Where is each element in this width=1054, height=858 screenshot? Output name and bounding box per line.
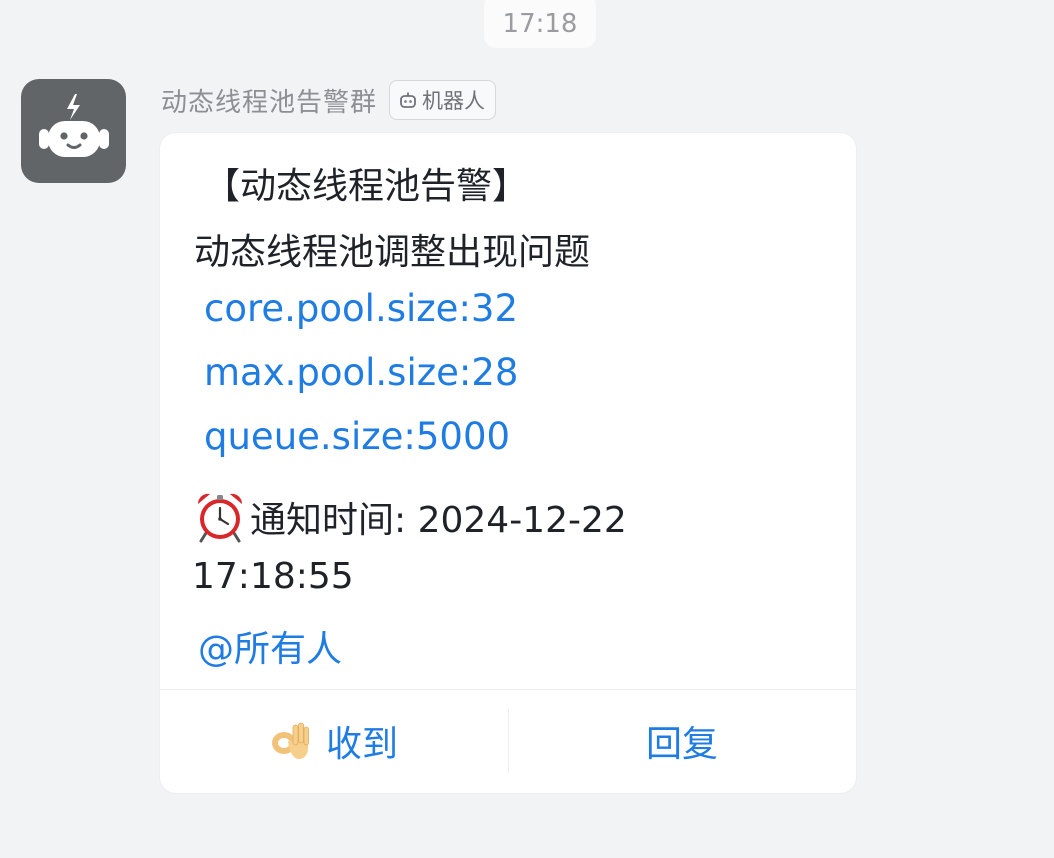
reply-label: 回复 bbox=[645, 724, 718, 765]
ok-hand-icon bbox=[271, 722, 309, 759]
robot-badge-icon bbox=[400, 92, 416, 108]
sender-row: 动态线程池告警群 机器人 bbox=[161, 78, 497, 122]
reply-button[interactable]: 回复 bbox=[508, 709, 856, 773]
timestamp-text: 17:18 bbox=[502, 9, 578, 39]
card-divider bbox=[160, 689, 856, 690]
detail-queue-size[interactable]: queue.size:5000 bbox=[204, 415, 510, 458]
alarm-clock-icon bbox=[197, 493, 243, 543]
alert-subtitle: 动态线程池调整出现问题 bbox=[194, 232, 591, 273]
bot-avatar[interactable] bbox=[21, 79, 126, 183]
message-timestamp: 17:18 bbox=[484, 0, 596, 48]
alert-title: 【动态线程池告警】 bbox=[204, 166, 529, 207]
alert-card: 【动态线程池告警】 动态线程池调整出现问题 core.pool.size:32 … bbox=[160, 133, 856, 793]
received-button[interactable]: 收到 bbox=[160, 709, 508, 773]
notify-time-row: 通知时间: 2024-12-22 bbox=[192, 489, 627, 545]
received-label: 收到 bbox=[325, 724, 398, 765]
robot-icon bbox=[39, 94, 109, 157]
alert-card-body: 【动态线程池告警】 动态线程池调整出现问题 core.pool.size:32 … bbox=[160, 133, 856, 689]
bot-badge-label: 机器人 bbox=[422, 89, 486, 113]
mention-all[interactable]: @所有人 bbox=[198, 620, 342, 672]
sender-name[interactable]: 动态线程池告警群 bbox=[161, 82, 377, 119]
notify-label: 通知时间: 2024-12-22 bbox=[250, 500, 627, 541]
detail-max-pool-size[interactable]: max.pool.size:28 bbox=[204, 351, 518, 394]
detail-core-pool-size[interactable]: core.pool.size:32 bbox=[204, 287, 518, 330]
notify-time-value: 17:18:55 bbox=[192, 556, 354, 597]
bot-badge: 机器人 bbox=[389, 80, 497, 120]
chat-screen: 17:18 动态线程池告警群 机器人 【动态线程池告警】 动态线程池调整出现问题… bbox=[0, 0, 1054, 858]
